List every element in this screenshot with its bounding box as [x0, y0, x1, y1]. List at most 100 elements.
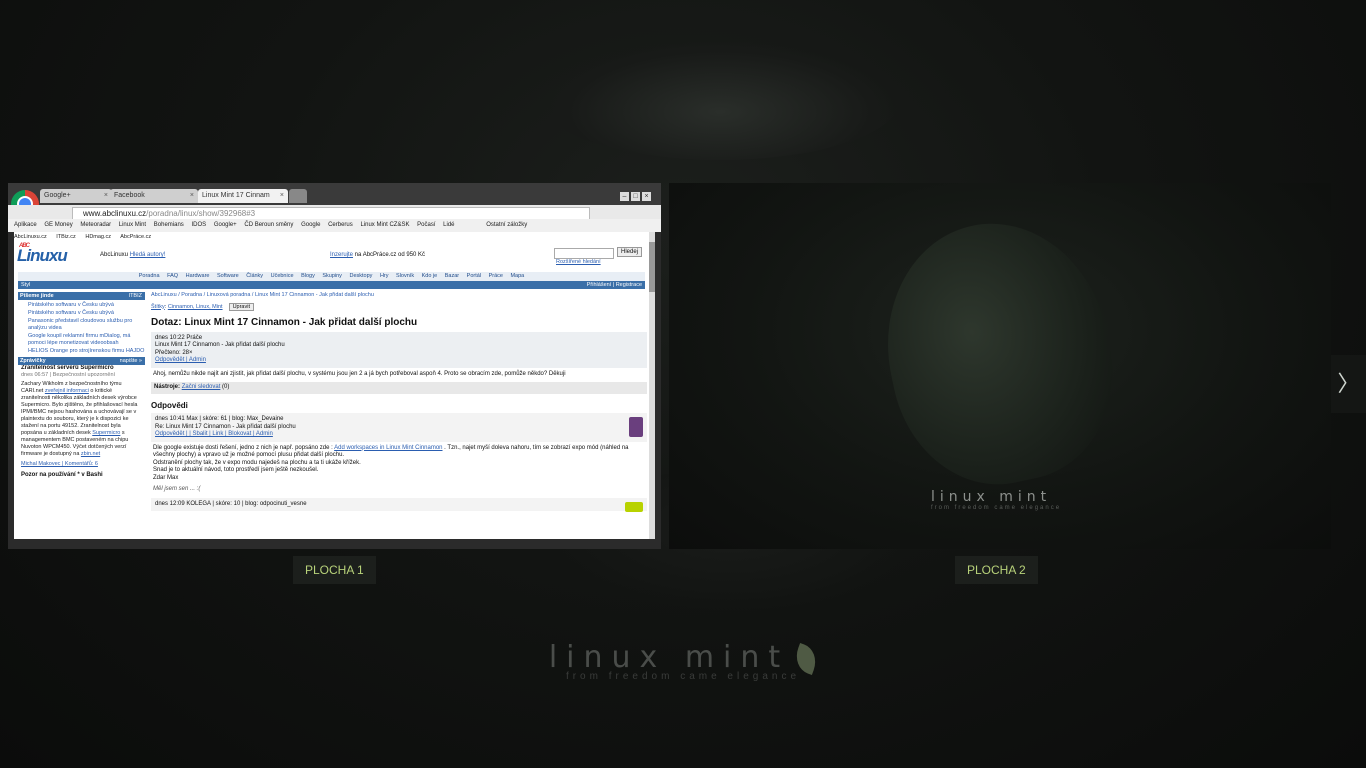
news-text: Zachary Wikholm z bezpečnostního týmu CA…: [21, 381, 138, 457]
news-footer[interactable]: Michal Makovec | Komentářů: 6: [21, 461, 142, 468]
portal-links: AbcLinuxu.cz ITBiz.cz HDmag.cz AbcPráce.…: [14, 232, 649, 243]
tools-bar: Nástroje: Začni sledovat (0): [151, 382, 647, 394]
site-nav: Poradna FAQ Hardware Software Články Uče…: [18, 272, 645, 281]
sidebar-link[interactable]: Pirátského softwaru v Česku ubývá: [28, 310, 145, 317]
nav-item[interactable]: Učebnice: [271, 273, 294, 279]
sidebar-link[interactable]: Panasonic představil cloudovou službu pr…: [28, 318, 145, 332]
nav-item[interactable]: Hardware: [186, 273, 210, 279]
user-bar: Styl Přihlášení | Registrace: [18, 281, 645, 289]
advanced-search-link[interactable]: Rozšířené hledání: [556, 259, 601, 265]
question-subject: Linux Mint 17 Cinnamon - Jak přidat dalš…: [155, 342, 285, 348]
wallpaper-wordmark: linux mint: [548, 640, 790, 675]
nav-item[interactable]: Hry: [380, 273, 389, 279]
close-window-icon[interactable]: ×: [642, 192, 651, 201]
answer: dnes 10:41 Max | skóre: 61 | blog: Max_D…: [151, 413, 647, 442]
portal-link[interactable]: HDmag.cz: [85, 234, 111, 240]
portal-link[interactable]: AbcPráce.cz: [120, 234, 151, 240]
nav-item[interactable]: Články: [246, 273, 263, 279]
nav-item[interactable]: Blogy: [301, 273, 315, 279]
answer: dnes 12:09 KOLEGA | skóre: 10 | blog: od…: [151, 497, 647, 512]
nav-item[interactable]: Portál: [467, 273, 481, 279]
breadcrumb[interactable]: AbcLinuxu / Poradna / Linuxová poradna /…: [151, 292, 647, 300]
search-input[interactable]: [554, 248, 614, 259]
minimize-icon[interactable]: –: [620, 192, 629, 201]
nav-item[interactable]: Poradna: [139, 273, 160, 279]
workspace-1-thumbnail[interactable]: Google+ × Facebook × Linux Mint 17 Cinnam ×…: [8, 183, 661, 549]
sidebar-link[interactable]: Pirátského softwaru v Česku ubývá: [28, 302, 145, 309]
nav-item[interactable]: Slovník: [396, 273, 414, 279]
bookmark[interactable]: Aplikace: [14, 222, 37, 228]
portal-link[interactable]: ITBiz.cz: [56, 234, 76, 240]
new-tab-button[interactable]: [289, 189, 307, 203]
sidebar-link[interactable]: Google koupil reklamní firmu mDialog, má…: [28, 333, 145, 347]
question-read-count: Přečteno: 28×: [155, 349, 193, 356]
main-content: AbcLinuxu / Poradna / Linuxová poradna /…: [151, 292, 647, 539]
tags-links[interactable]: Cinnamon, Linux, Mint: [168, 304, 223, 310]
close-icon[interactable]: ×: [190, 189, 194, 203]
bookmark[interactable]: ČD Beroun směny: [244, 222, 293, 228]
nav-item[interactable]: Kdo je: [422, 273, 438, 279]
news-link[interactable]: Supermicro: [92, 430, 120, 436]
write-news-link[interactable]: napište »: [120, 357, 142, 365]
bookmark[interactable]: Linux Mint CZ&SK: [360, 222, 409, 228]
browser-tab[interactable]: Google+ ×: [40, 189, 112, 203]
bookmark[interactable]: Ostatní záložky: [486, 222, 527, 228]
scrollbar[interactable]: [649, 232, 655, 539]
nav-item[interactable]: Desktopy: [349, 273, 372, 279]
workspace-2-thumbnail[interactable]: linux mint from freedom came elegance: [669, 183, 1331, 549]
bookmark[interactable]: Počasí: [417, 222, 435, 228]
author-prefix: AbcLinuxu: [100, 252, 129, 258]
tags-row: Štítky: Cinnamon, Linux, Mint Upravit: [151, 302, 647, 312]
question-actions[interactable]: Odpovědět | Admin: [155, 357, 643, 365]
workspace-1-label[interactable]: PLOCHA 1: [293, 556, 376, 584]
bookmark[interactable]: Lidé: [443, 222, 454, 228]
close-icon[interactable]: ×: [104, 189, 108, 203]
answers-heading: Odpovědi: [151, 400, 188, 410]
bookmark[interactable]: GE Money: [44, 222, 72, 228]
bookmark[interactable]: Google+: [214, 222, 237, 228]
browser-tab[interactable]: Facebook ×: [110, 189, 198, 203]
maximize-icon[interactable]: □: [631, 192, 640, 201]
sidebar-list: Pirátského softwaru v Česku ubývá Piráts…: [18, 302, 145, 355]
answer-link[interactable]: Add workspaces in Linux Mint Cinnamon: [334, 445, 442, 451]
bookmark[interactable]: IDOS: [191, 222, 206, 228]
signature: Měl jsem sen ... :(: [153, 486, 201, 492]
site-logo[interactable]: ABC Linuxu: [17, 243, 81, 270]
browser-tab-active[interactable]: Linux Mint 17 Cinnam ×: [198, 189, 288, 203]
search-button[interactable]: Hledej: [617, 247, 643, 257]
ad-link[interactable]: Inzerujte: [330, 252, 353, 258]
ad-notice: Inzerujte na AbcPráce.cz od 950 Kč: [330, 252, 425, 258]
nav-item[interactable]: Skupiny: [322, 273, 342, 279]
bookmark[interactable]: Cerberus: [328, 222, 353, 228]
bookmark[interactable]: Meteoradar: [80, 222, 111, 228]
answer-actions[interactable]: Odpovědět | | Sbalit | Link | Blokovat |…: [155, 431, 643, 439]
portal-link[interactable]: AbcLinuxu.cz: [14, 234, 47, 240]
scrollbar-thumb[interactable]: [649, 242, 655, 292]
news-meta: dnes 06:57 | Bezpečnostní upozornění: [21, 372, 116, 378]
sidebar: Píšeme jinde ITBIZ Pirátského softwaru v …: [18, 292, 145, 539]
workspace-2-label[interactable]: PLOCHA 2: [955, 556, 1038, 584]
workspace-2-wordmark: linux mint: [931, 489, 1052, 505]
bookmark[interactable]: Linux Mint: [119, 222, 146, 228]
nav-item[interactable]: Práce: [489, 273, 503, 279]
bookmark[interactable]: Bohemians: [154, 222, 184, 228]
close-icon[interactable]: ×: [280, 189, 284, 203]
web-page: AbcLinuxu.cz ITBiz.cz HDmag.cz AbcPráce.…: [14, 232, 649, 539]
news-link[interactable]: zveřejnil informaci: [45, 388, 89, 394]
nav-item[interactable]: Mapa: [510, 273, 524, 279]
chevron-right-icon[interactable]: 〉: [1331, 355, 1366, 413]
nav-item[interactable]: Bazar: [445, 273, 459, 279]
style-link[interactable]: Styl: [21, 281, 30, 289]
edit-button[interactable]: Upravit: [228, 302, 254, 311]
bookmark[interactable]: Google: [301, 222, 320, 228]
news-link[interactable]: zbin.net: [81, 451, 100, 457]
sidebar-link[interactable]: HELIOS Orange pro strojírenskou firmu HA…: [28, 348, 145, 355]
mint-leaf-icon: [791, 642, 821, 675]
follow-link[interactable]: Začni sledovat: [182, 384, 221, 390]
tags-label[interactable]: Štítky: [151, 304, 165, 310]
login-register-links[interactable]: Přihlášení | Registrace: [587, 281, 642, 289]
bookmarks-bar: Aplikace GE Money Meteoradar Linux Mint …: [8, 219, 661, 232]
nav-item[interactable]: FAQ: [167, 273, 178, 279]
author-link[interactable]: Hledá autory!: [130, 252, 166, 258]
nav-item[interactable]: Software: [217, 273, 239, 279]
